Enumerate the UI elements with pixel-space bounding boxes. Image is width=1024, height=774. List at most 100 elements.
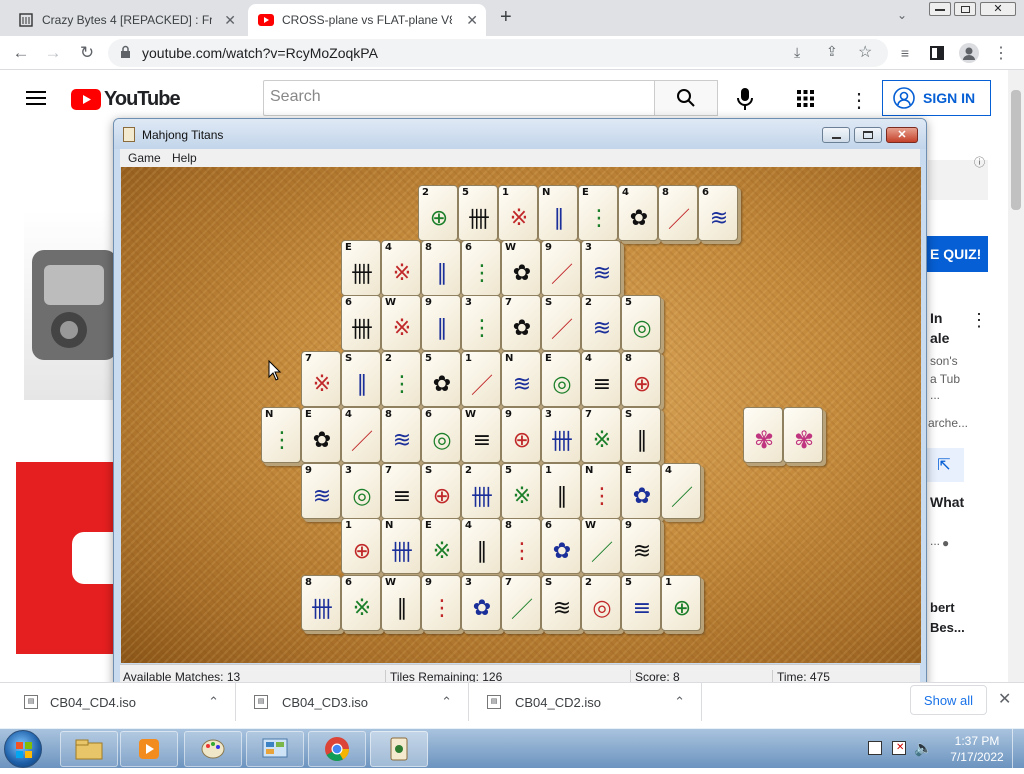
forward-arrow-icon[interactable]: → (42, 42, 64, 64)
mahjong-tile[interactable]: 4 ∥ (461, 518, 501, 574)
mahjong-tile[interactable]: 9 ≋ (621, 518, 661, 574)
mahjong-tile[interactable]: N ⋮ (261, 407, 301, 463)
menu-game[interactable]: Game (128, 151, 161, 165)
mahjong-tile[interactable]: S ⊕ (421, 463, 461, 519)
mahjong-tile[interactable]: 1 ∥ (541, 463, 581, 519)
mahjong-tile[interactable]: 4 ✿ (618, 185, 658, 241)
mahjong-tile[interactable]: 8 ／ (658, 185, 698, 241)
chevron-up-icon[interactable]: ⌃ (441, 694, 452, 710)
mahjong-tile[interactable]: N ⋮ (581, 463, 621, 519)
mahjong-tile[interactable]: W ※ (381, 295, 421, 351)
mahjong-tile[interactable]: 2 ◎ (581, 575, 621, 631)
back-arrow-icon[interactable]: ← (10, 42, 32, 64)
search-button[interactable] (654, 80, 718, 116)
mahjong-tile[interactable]: 7 ≡ (381, 463, 421, 519)
tab-youtube-video[interactable]: CROSS-plane vs FLAT-plane V8: ( ✕ (248, 4, 486, 36)
action-center-tray-icon[interactable]: ✕ (892, 741, 906, 755)
address-bar[interactable]: youtube.com/watch?v=RcyMoZoqkPA ⤓ ⇪ ☆ (108, 39, 888, 67)
mahjong-tile[interactable]: 9 ∥ (421, 295, 461, 351)
download-item[interactable]: ▤ CB04_CD2.iso ⌃ (469, 683, 702, 721)
mahjong-tile[interactable]: 3 ⋮ (461, 295, 501, 351)
video-thumbnail-engine[interactable] (24, 210, 119, 400)
mahjong-tile[interactable]: 6 ≋ (698, 185, 738, 241)
start-button[interactable] (4, 730, 42, 768)
search-input[interactable]: Search (263, 80, 655, 116)
mahjong-tile[interactable]: 7 ✿ (501, 295, 541, 351)
mahjong-title-bar[interactable]: Mahjong Titans ✕ (114, 119, 926, 149)
mahjong-tile[interactable]: 7 ※ (301, 351, 341, 407)
mahjong-tile[interactable]: 5 ◎ (621, 295, 661, 351)
mahjong-tile[interactable]: W ≡ (461, 407, 501, 463)
clock[interactable]: 1:37 PM 7/17/2022 (946, 734, 1008, 764)
mahjong-tile[interactable]: 1 ⊕ (341, 518, 381, 574)
close-downloads-icon[interactable]: ✕ (998, 689, 1011, 709)
close-icon[interactable]: ✕ (224, 12, 236, 29)
mahjong-tile[interactable]: 9 ⋮ (421, 575, 461, 631)
new-tab-icon[interactable]: + (500, 6, 512, 29)
mahjong-tile[interactable]: W ∥ (381, 575, 421, 631)
mahjong-tile[interactable]: 6 ◎ (421, 407, 461, 463)
mahjong-tile[interactable]: 3 ✿ (461, 575, 501, 631)
mahjong-tile[interactable]: 2 ⋮ (381, 351, 421, 407)
volume-tray-icon[interactable]: 🔈 (914, 739, 933, 757)
taskbar-chrome-icon[interactable] (308, 731, 366, 767)
mahjong-tile[interactable]: 4 ≡ (581, 351, 621, 407)
mahjong-tile[interactable]: 1 ／ (461, 351, 501, 407)
mahjong-tile[interactable]: 3 ≋ (581, 240, 621, 296)
mahjong-tile[interactable]: 9 ≋ (301, 463, 341, 519)
taskbar-mahjong-icon[interactable] (370, 731, 428, 767)
tab-crazy-bytes[interactable]: Crazy Bytes 4 [REPACKED] : Free ✕ (8, 4, 244, 36)
mahjong-tile[interactable]: 7 ／ (501, 575, 541, 631)
show-desktop-button[interactable] (1012, 729, 1024, 769)
chevron-up-icon[interactable]: ⌃ (674, 694, 685, 710)
mahjong-tile[interactable]: S ∥ (621, 407, 661, 463)
hamburger-menu-icon[interactable] (26, 90, 46, 111)
mahjong-tile[interactable]: 5卌 (458, 185, 498, 241)
sign-in-button[interactable]: SIGN IN (882, 80, 991, 116)
info-icon[interactable]: ⓘ (974, 154, 985, 170)
mahjong-tile[interactable]: 8 ∥ (421, 240, 461, 296)
taskbar-media-player-icon[interactable] (120, 731, 178, 767)
mahjong-tile[interactable]: 7 ※ (581, 407, 621, 463)
mahjong-tile[interactable]: 3卌 (541, 407, 581, 463)
mahjong-tile[interactable]: 2卌 (461, 463, 501, 519)
mahjong-tile[interactable]: S ∥ (341, 351, 381, 407)
sidebar-video-title-3b[interactable]: Bes... (930, 620, 965, 635)
mahjong-tile[interactable]: N ≋ (501, 351, 541, 407)
mahjong-tile[interactable]: 1 ⊕ (661, 575, 701, 631)
settings-more-icon[interactable]: ⋮ (849, 88, 869, 113)
mahjong-tile[interactable]: S ／ (541, 295, 581, 351)
mahjong-tile[interactable]: N卌 (381, 518, 421, 574)
mahjong-tile[interactable]: ✾ (783, 407, 823, 463)
mahjong-tile[interactable]: 2 ≋ (581, 295, 621, 351)
mahjong-tile[interactable]: E ✿ (301, 407, 341, 463)
mahjong-tile[interactable]: 5 ✿ (421, 351, 461, 407)
mahjong-tile[interactable]: 9 ／ (541, 240, 581, 296)
apps-grid-icon[interactable] (797, 90, 814, 112)
minimize-icon[interactable] (929, 2, 951, 16)
mahjong-tile[interactable]: E ✿ (621, 463, 661, 519)
close-icon[interactable]: ✕ (466, 12, 478, 29)
mahjong-tile[interactable]: 8卌 (301, 575, 341, 631)
mahjong-tile[interactable]: W ✿ (501, 240, 541, 296)
open-external-icon[interactable]: ⇱ (924, 448, 964, 482)
mahjong-tile[interactable]: 6 ✿ (541, 518, 581, 574)
chrome-menu-icon[interactable]: ⋮ (990, 42, 1012, 64)
network-tray-icon[interactable] (868, 741, 882, 755)
mahjong-tile[interactable]: N ∥ (538, 185, 578, 241)
mahjong-tile[interactable]: 6 ※ (341, 575, 381, 631)
download-item[interactable]: ▤ CB04_CD4.iso ⌃ (0, 683, 236, 721)
restore-icon[interactable] (954, 2, 976, 16)
mahjong-tile[interactable]: 8 ⊕ (621, 351, 661, 407)
microphone-icon[interactable] (737, 88, 753, 115)
mahjong-tile[interactable]: E ◎ (541, 351, 581, 407)
taskbar-explorer-icon[interactable] (60, 731, 118, 767)
media-control-icon[interactable]: ≡ (894, 42, 916, 64)
show-all-button[interactable]: Show all (910, 685, 987, 715)
tab-search-chevron-icon[interactable]: ⌄ (897, 8, 907, 22)
mahjong-tile[interactable]: 4 ／ (341, 407, 381, 463)
menu-help[interactable]: Help (172, 151, 197, 165)
mahjong-tile[interactable]: 6卌 (341, 295, 381, 351)
mahjong-tile[interactable]: 5 ※ (501, 463, 541, 519)
mahjong-tile[interactable]: 1 ※ (498, 185, 538, 241)
